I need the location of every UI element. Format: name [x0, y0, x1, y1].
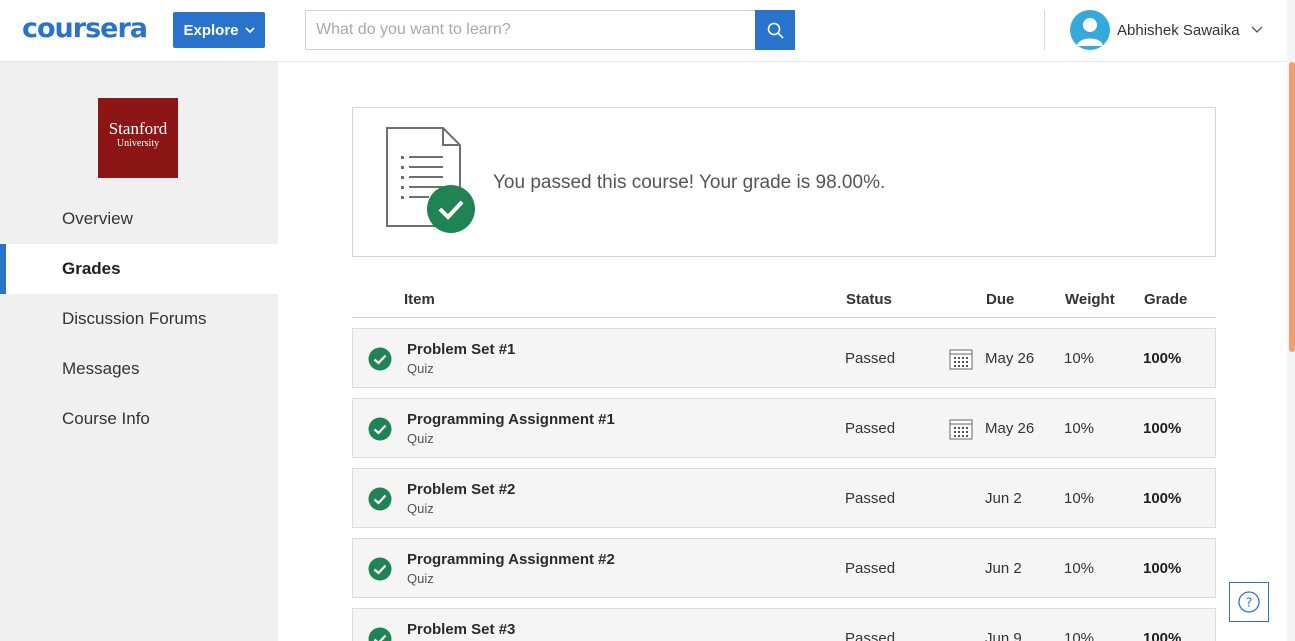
item-title[interactable]: Problem Set #1 — [407, 341, 515, 358]
coursera-logo[interactable]: coursera — [22, 13, 148, 44]
item-grade: 100% — [1143, 350, 1182, 367]
item-grade: 100% — [1143, 420, 1182, 437]
search-button[interactable] — [755, 10, 795, 50]
item-type: Quiz — [407, 501, 434, 516]
grade-row[interactable]: Problem Set #2 Quiz Passed Jun 2 10% 100… — [352, 468, 1216, 528]
check-circle-icon — [368, 627, 392, 641]
item-due-date: May 26 — [985, 420, 1035, 437]
university-name-line1: Stanford — [108, 119, 168, 138]
sidebar-item-grades[interactable]: Grades — [0, 244, 278, 294]
item-type: Quiz — [407, 571, 434, 586]
check-circle-icon — [368, 417, 392, 441]
course-sidebar: Stanford University Overview Grades Disc… — [0, 62, 278, 641]
item-title[interactable]: Programming Assignment #2 — [407, 551, 615, 568]
check-circle-icon — [368, 347, 392, 371]
item-title[interactable]: Problem Set #3 — [407, 621, 515, 638]
grades-table-header: Item Status Due Weight Grade — [352, 288, 1216, 318]
grade-row[interactable]: Programming Assignment #2 Quiz Passed Ju… — [352, 538, 1216, 598]
sidebar-item-messages[interactable]: Messages — [0, 344, 278, 394]
item-grade: 100% — [1143, 490, 1182, 507]
item-weight: 10% — [1064, 560, 1095, 577]
item-type: Quiz — [407, 361, 434, 376]
column-header-due: Due — [986, 291, 1015, 308]
user-avatar-icon — [1070, 10, 1110, 50]
item-status: Passed — [845, 350, 896, 367]
item-due-date: Jun 2 — [985, 490, 1022, 507]
item-due-date: May 26 — [985, 350, 1035, 367]
item-status: Passed — [845, 420, 896, 437]
calendar-icon[interactable] — [949, 348, 973, 370]
item-title[interactable]: Problem Set #2 — [407, 481, 515, 498]
calendar-icon[interactable] — [949, 418, 973, 440]
item-weight: 10% — [1064, 350, 1095, 367]
item-status: Passed — [845, 490, 896, 507]
item-weight: 10% — [1064, 420, 1095, 437]
column-header-status: Status — [846, 291, 892, 308]
help-button[interactable]: ? — [1229, 582, 1269, 622]
sidebar-item-overview[interactable]: Overview — [0, 194, 278, 244]
course-passed-banner: You passed this course! Your grade is 98… — [352, 107, 1216, 257]
top-header: coursera Explore Abhishek Sawaika — [0, 0, 1295, 62]
item-due-date: Jun 2 — [985, 560, 1022, 577]
item-title[interactable]: Programming Assignment #1 — [407, 411, 615, 428]
explore-button[interactable]: Explore — [173, 12, 265, 48]
header-divider — [1044, 10, 1045, 50]
grade-message: You passed this course! Your grade is 98… — [493, 172, 886, 193]
chevron-down-icon — [1251, 26, 1263, 33]
item-grade: 100% — [1143, 630, 1182, 641]
scrollbar-thumb[interactable] — [1289, 62, 1295, 352]
item-status: Passed — [845, 630, 896, 641]
sidebar-item-course-info[interactable]: Course Info — [0, 394, 278, 444]
grade-row[interactable]: Problem Set #1 Quiz Passed May 26 10% 10… — [352, 328, 1216, 388]
search-icon — [767, 22, 784, 39]
user-name: Abhishek Sawaika — [1117, 21, 1240, 39]
item-weight: 10% — [1064, 490, 1095, 507]
item-status: Passed — [845, 560, 896, 577]
item-type: Quiz — [407, 431, 434, 446]
stanford-university-logo[interactable]: Stanford University — [98, 98, 178, 178]
document-check-icon — [386, 127, 475, 233]
search-input[interactable] — [305, 10, 756, 50]
sidebar-item-discussion-forums[interactable]: Discussion Forums — [0, 294, 278, 344]
check-circle-icon — [368, 557, 392, 581]
item-weight: 10% — [1064, 630, 1095, 641]
item-due-date: Jun 9 — [985, 630, 1022, 641]
user-menu[interactable]: Abhishek Sawaika — [1070, 10, 1263, 50]
help-icon: ? — [1238, 591, 1260, 613]
column-header-grade: Grade — [1144, 291, 1188, 308]
chevron-down-icon — [244, 26, 255, 33]
column-header-item: Item — [404, 291, 435, 308]
grade-row[interactable]: Programming Assignment #1 Quiz Passed Ma… — [352, 398, 1216, 458]
svg-text:?: ? — [1246, 596, 1252, 610]
explore-label: Explore — [183, 21, 239, 39]
grade-row[interactable]: Problem Set #3 Quiz Passed Jun 9 10% 100… — [352, 608, 1216, 641]
university-name-line2: University — [116, 138, 160, 149]
column-header-weight: Weight — [1065, 291, 1115, 308]
item-grade: 100% — [1143, 560, 1182, 577]
check-circle-icon — [368, 487, 392, 511]
